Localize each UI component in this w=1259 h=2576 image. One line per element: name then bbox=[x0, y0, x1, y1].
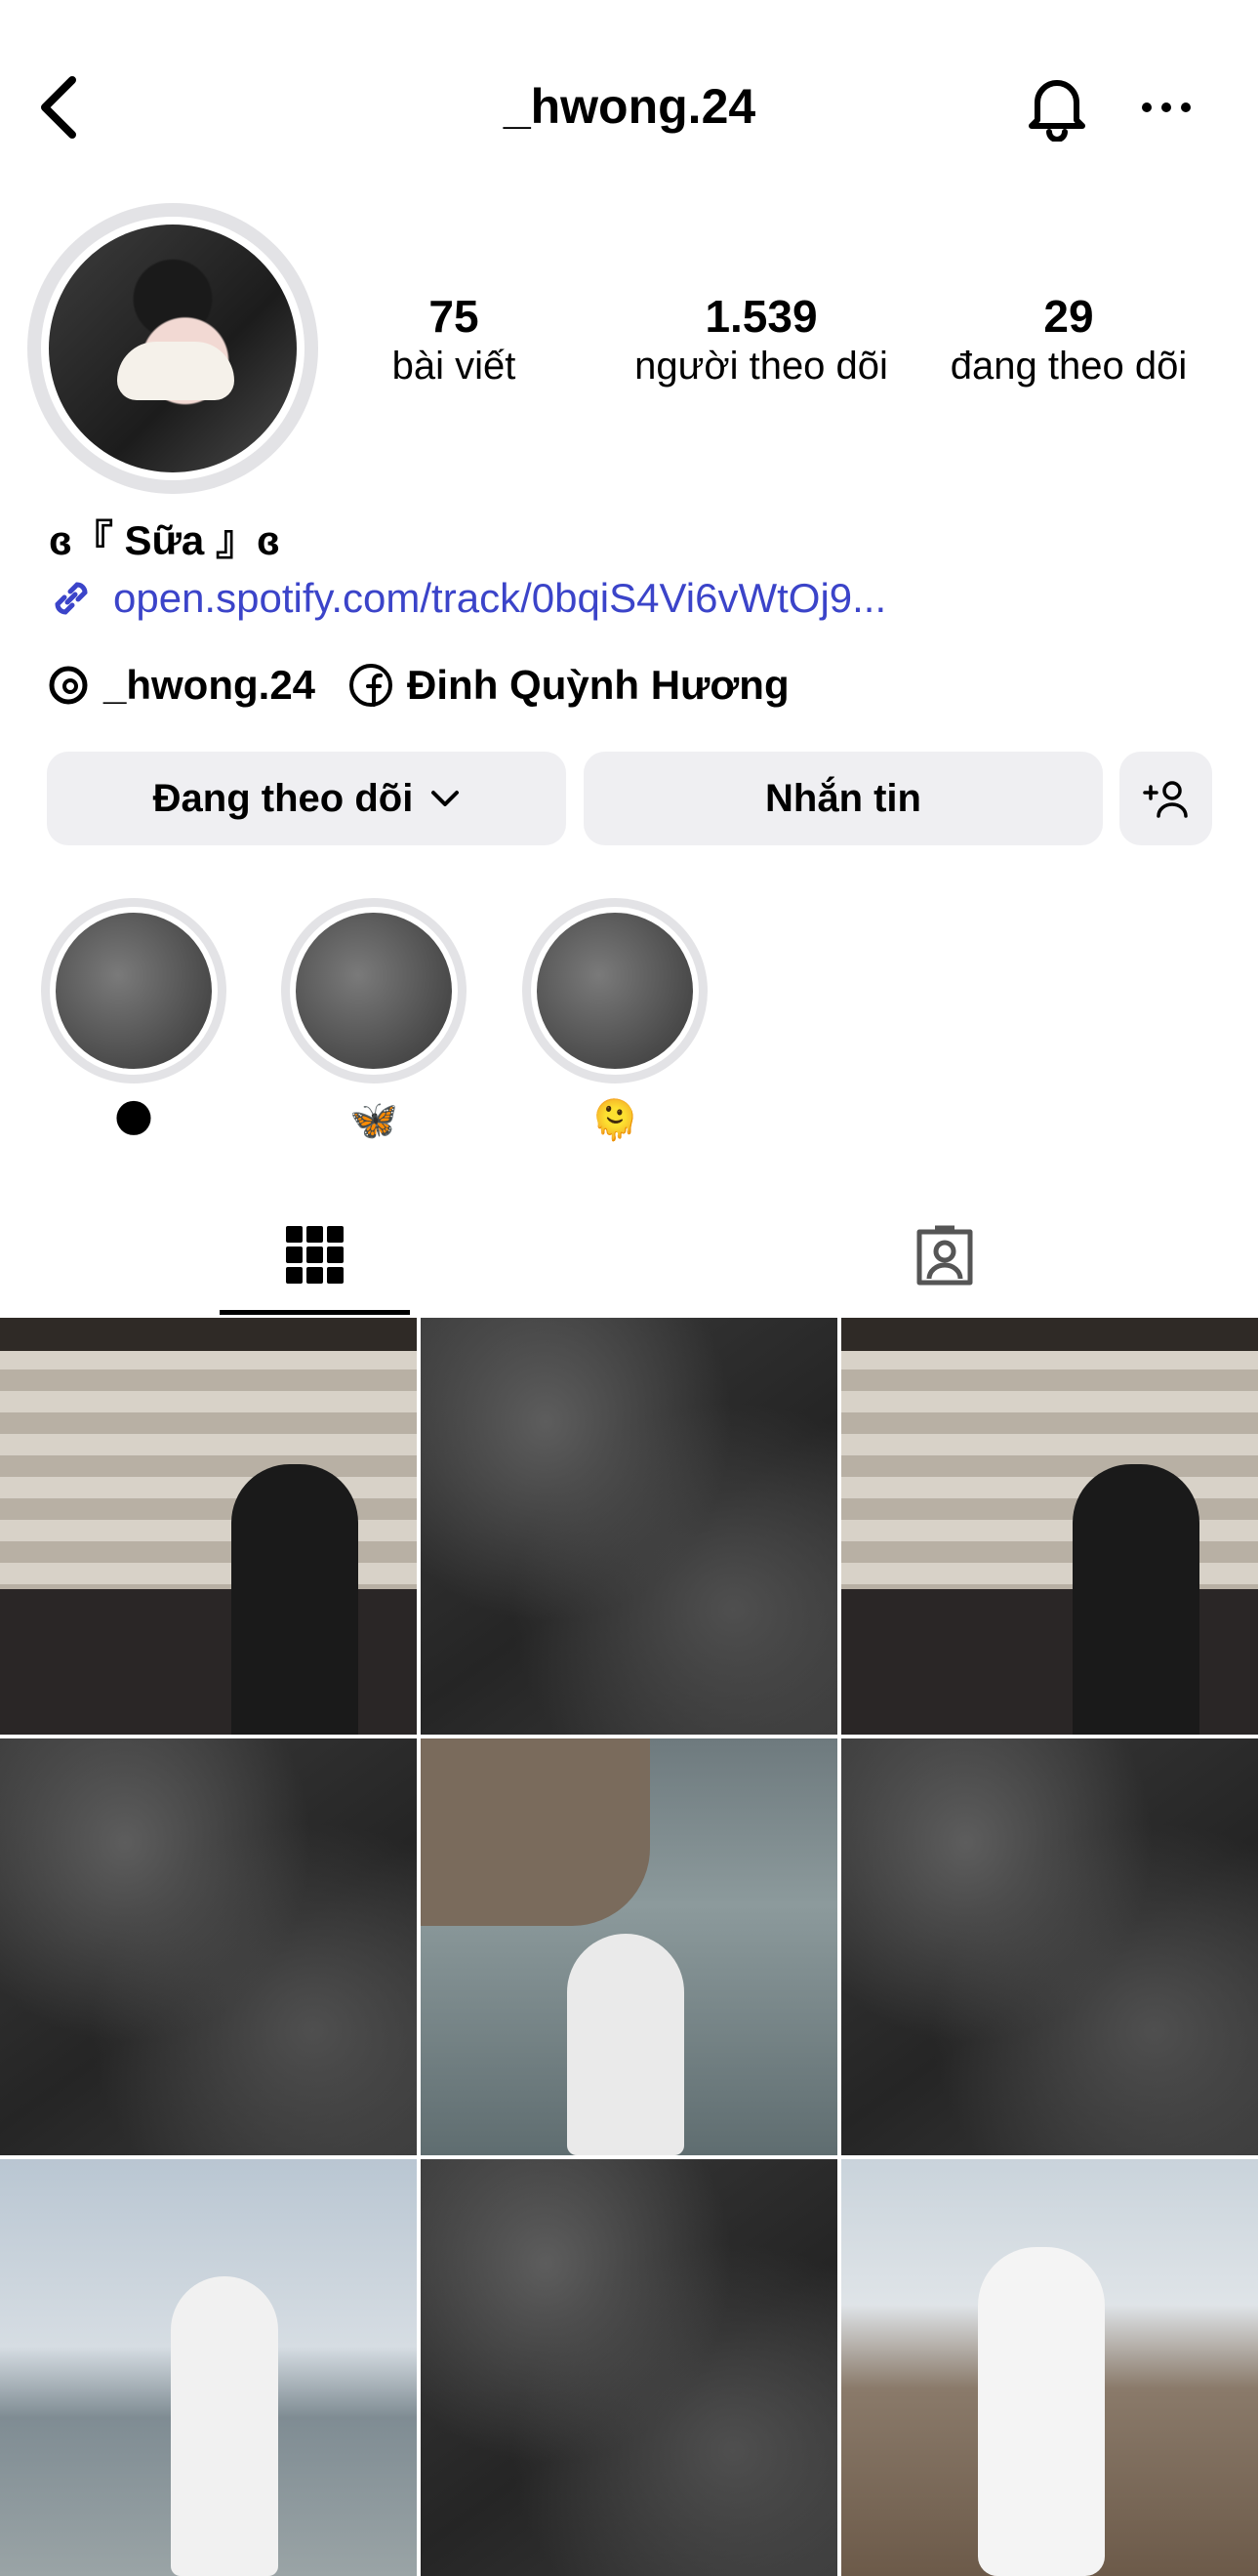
post-thumbnail[interactable] bbox=[0, 2159, 417, 2576]
facebook-name: Đinh Quỳnh Hương bbox=[407, 662, 790, 708]
post-thumbnail[interactable] bbox=[421, 2159, 837, 2576]
story-highlight[interactable]: 🌑 bbox=[41, 898, 226, 1142]
more-options-button[interactable] bbox=[1132, 78, 1200, 137]
highlight-label: 🌑 bbox=[113, 1098, 154, 1141]
post-thumbnail[interactable] bbox=[421, 1318, 837, 1735]
active-tab-indicator bbox=[220, 1310, 410, 1315]
post-thumbnail[interactable] bbox=[841, 1318, 1258, 1735]
following-count: 29 bbox=[1043, 291, 1094, 342]
social-links: _hwong.24 Đinh Quỳnh Hương bbox=[47, 662, 823, 709]
following-button-label: Đang theo dõi bbox=[152, 776, 414, 820]
followers-count: 1.539 bbox=[705, 291, 818, 342]
following-button[interactable]: Đang theo dõi bbox=[47, 752, 566, 845]
avatar bbox=[49, 225, 297, 472]
story-highlight[interactable]: 🦋 bbox=[281, 898, 467, 1143]
tab-tagged[interactable] bbox=[849, 1196, 1039, 1315]
highlight-label: 🦋 bbox=[349, 1099, 398, 1142]
message-button-label: Nhắn tin bbox=[765, 776, 921, 820]
link-icon bbox=[55, 582, 88, 615]
post-thumbnail[interactable] bbox=[841, 2159, 1258, 2576]
post-thumbnail[interactable] bbox=[421, 1738, 837, 2155]
message-button[interactable]: Nhắn tin bbox=[584, 752, 1103, 845]
highlight-cover bbox=[537, 913, 693, 1069]
grid-icon bbox=[285, 1226, 344, 1284]
highlight-cover bbox=[296, 913, 452, 1069]
tagged-person-icon bbox=[916, 1225, 972, 1286]
post-thumbnail[interactable] bbox=[0, 1318, 417, 1735]
profile-tabs bbox=[0, 1196, 1259, 1315]
story-highlight[interactable]: 🫠 bbox=[522, 898, 708, 1143]
suggest-users-button[interactable] bbox=[1119, 752, 1212, 845]
add-user-icon bbox=[1142, 781, 1188, 818]
threads-link[interactable]: _hwong.24 bbox=[47, 662, 315, 709]
profile-avatar[interactable] bbox=[27, 203, 318, 494]
more-horizontal-icon bbox=[1142, 102, 1191, 112]
notifications-button[interactable] bbox=[1020, 68, 1093, 146]
posts-label: bài viết bbox=[391, 344, 516, 388]
highlight-label: 🫠 bbox=[590, 1099, 639, 1142]
chevron-down-icon bbox=[431, 791, 460, 806]
following-stat[interactable]: 29 đang theo dõi bbox=[927, 291, 1210, 389]
tab-posts-grid[interactable] bbox=[220, 1196, 410, 1315]
threads-handle: _hwong.24 bbox=[103, 662, 316, 708]
facebook-link[interactable]: Đinh Quỳnh Hương bbox=[348, 662, 790, 709]
post-thumbnail[interactable] bbox=[0, 1738, 417, 2155]
post-thumbnail[interactable] bbox=[841, 1738, 1258, 2155]
following-label: đang theo dõi bbox=[950, 344, 1188, 388]
top-bar: _hwong.24 bbox=[0, 0, 1259, 205]
bell-icon bbox=[1028, 80, 1085, 142]
bio-link-text: open.spotify.com/track/0bqiS4Vi6vWtOj9..… bbox=[113, 575, 887, 621]
posts-stat: 75 bài viết bbox=[371, 291, 537, 389]
followers-label: người theo dõi bbox=[634, 344, 888, 388]
display-name: ɞ『 Sữa 』ɞ bbox=[49, 517, 280, 563]
posts-count: 75 bbox=[428, 291, 479, 342]
bio-link[interactable]: open.spotify.com/track/0bqiS4Vi6vWtOj9..… bbox=[47, 574, 886, 623]
facebook-icon bbox=[349, 664, 393, 707]
highlight-cover bbox=[56, 913, 212, 1069]
threads-icon bbox=[49, 666, 88, 705]
followers-stat[interactable]: 1.539 người theo dõi bbox=[610, 291, 913, 389]
